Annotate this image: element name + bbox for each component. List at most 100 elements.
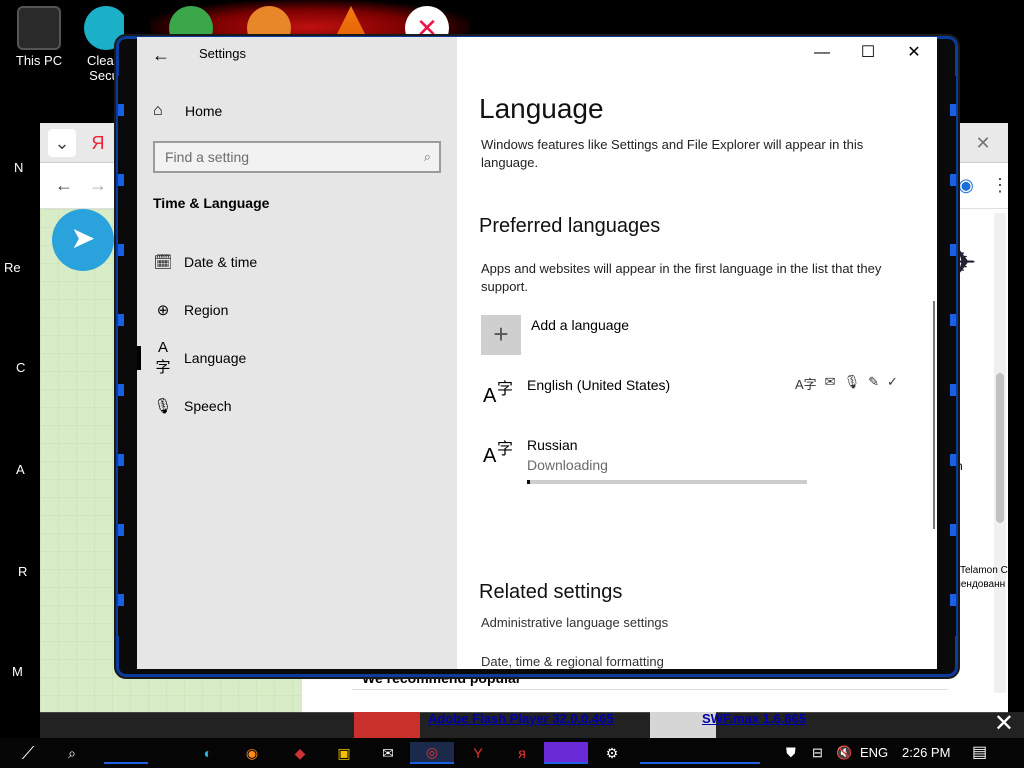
language-icon: A字 bbox=[155, 339, 171, 376]
desktop-icon-this-pc[interactable]: This PC bbox=[9, 6, 69, 68]
network-shield-icon[interactable]: ⛊ bbox=[786, 738, 796, 768]
notification-link[interactable]: SWF.max 1.6.865 bbox=[702, 712, 806, 725]
download-progress-bar bbox=[527, 480, 807, 484]
scrollbar-thumb[interactable] bbox=[996, 373, 1004, 523]
settings-window: ← Settings ⌂ Home ⌕ Time & Language 🗓 Da… bbox=[137, 37, 937, 669]
nav-item-label: Speech bbox=[184, 398, 232, 414]
firefox-icon[interactable]: ◉ bbox=[240, 741, 264, 765]
yandex-browser-icon[interactable]: Y bbox=[466, 741, 490, 765]
more-menu-icon[interactable]: ⋮ bbox=[986, 171, 1014, 199]
page-text-fragment: мендованн bbox=[954, 579, 1006, 590]
handwriting-icon: ✎ bbox=[868, 374, 879, 389]
search-box[interactable]: ⌕ bbox=[153, 141, 441, 173]
section-title: Time & Language bbox=[153, 195, 270, 211]
nav-item-label: Region bbox=[184, 302, 229, 318]
telegram-icon[interactable]: ➤ bbox=[52, 209, 114, 271]
chrome-icon: ◎ bbox=[425, 744, 439, 760]
calendar-clock-icon: 🗓 bbox=[153, 254, 173, 271]
yandex-tab-icon[interactable]: Я bbox=[84, 129, 112, 157]
browser-download-bar: Adobe Flash Player 32.0.0.465 SWF.max 1.… bbox=[40, 710, 1024, 738]
notification-link[interactable]: Adobe Flash Player 32.0.0.465 bbox=[428, 712, 614, 725]
browser-close-button[interactable]: ✕ bbox=[958, 123, 1008, 163]
language-glyph-icon: A字 bbox=[483, 441, 514, 467]
preferred-languages-heading: Preferred languages bbox=[479, 215, 661, 237]
chrome-taskbar-button[interactable]: ◎ bbox=[410, 742, 454, 764]
language-item-russian[interactable]: A字 Russian Downloading bbox=[481, 437, 608, 473]
language-item-english[interactable]: A字 English (United States) bbox=[481, 377, 670, 411]
close-button[interactable]: ✕ bbox=[891, 37, 937, 69]
content-scrollbar[interactable] bbox=[933, 301, 935, 529]
store-icon[interactable]: ▣ bbox=[332, 741, 356, 765]
back-arrow-icon[interactable]: ← bbox=[149, 43, 173, 67]
desktop-icon-label: This PC bbox=[15, 53, 63, 68]
add-language-label: Add a language bbox=[531, 317, 630, 333]
volume-muted-icon[interactable]: 🔇 bbox=[836, 738, 852, 768]
active-app-taskbar-button[interactable] bbox=[544, 742, 588, 764]
language-glyph-icon: A字 bbox=[483, 381, 514, 407]
desktop-icon-fragment: C bbox=[16, 360, 26, 375]
admin-language-settings-link[interactable]: Administrative language settings bbox=[481, 615, 668, 630]
page-text-fragment: Telamon C bbox=[960, 565, 1008, 576]
desktop-icon-fragment: R bbox=[18, 564, 28, 579]
nav-item-date-time[interactable]: 🗓 Date & time bbox=[137, 242, 457, 282]
language-features: A字 ✉ 🎙 ✎ ✓ bbox=[795, 374, 898, 393]
add-language-button[interactable]: + Add a language bbox=[481, 315, 629, 355]
desktop-icon-fragment: Re bbox=[4, 260, 21, 275]
network-icon[interactable]: ⊟ bbox=[812, 738, 823, 768]
nav-item-region[interactable]: ⊕ Region bbox=[137, 290, 457, 330]
notifications-icon[interactable]: ▤ bbox=[972, 738, 987, 768]
page-title: Language bbox=[479, 93, 604, 124]
display-language-icon: A字 bbox=[795, 377, 817, 392]
settings-gear-icon[interactable]: ⚙ bbox=[600, 741, 624, 765]
nav-item-label: Date & time bbox=[184, 254, 258, 270]
start-icon[interactable]: ⟋ bbox=[8, 741, 48, 765]
yandex-icon[interactable]: я bbox=[510, 741, 534, 765]
search-input[interactable] bbox=[155, 143, 405, 171]
nav-home[interactable]: ⌂ Home bbox=[153, 101, 222, 121]
maximize-button[interactable]: ☐ bbox=[845, 37, 891, 69]
input-language-indicator[interactable]: ENG bbox=[860, 738, 888, 768]
language-intro-text: Windows features like Settings and File … bbox=[481, 137, 864, 170]
nav-item-speech[interactable]: 🎙 Speech bbox=[137, 386, 457, 426]
microphone-icon: 🎙 bbox=[843, 374, 861, 389]
search-icon[interactable]: ⌕ bbox=[60, 741, 84, 765]
settings-nav-pane: ← Settings ⌂ Home ⌕ Time & Language 🗓 Da… bbox=[137, 37, 457, 669]
search-icon: ⌕ bbox=[423, 149, 431, 164]
home-icon: ⌂ bbox=[153, 102, 163, 119]
globe-icon: ⊕ bbox=[156, 302, 170, 319]
nav-home-label: Home bbox=[185, 103, 223, 119]
chevron-down-icon[interactable]: ⌄ bbox=[48, 129, 76, 157]
desktop-icon-fragment: M bbox=[12, 664, 23, 679]
preferred-languages-desc: Apps and websites will appear in the fir… bbox=[481, 261, 882, 294]
minimize-button[interactable]: — bbox=[799, 37, 845, 69]
spellcheck-icon: ✓ bbox=[887, 374, 898, 389]
taskbar-skin-slot bbox=[640, 742, 760, 764]
language-name: English (United States) bbox=[527, 377, 671, 393]
nav-item-language[interactable]: A字 Language bbox=[137, 338, 457, 378]
language-status: Downloading bbox=[527, 457, 608, 473]
desktop-icon-fragment: A bbox=[16, 462, 25, 477]
clock[interactable]: 2:26 PM bbox=[902, 738, 950, 768]
taskbar-skin-slot bbox=[104, 742, 148, 764]
plus-icon: + bbox=[481, 315, 521, 355]
mail-icon[interactable]: ✉ bbox=[376, 741, 400, 765]
desktop-icon-fragment: N bbox=[14, 160, 24, 175]
text-to-speech-icon: ✉ bbox=[824, 374, 836, 389]
forward-arrow-icon[interactable]: → bbox=[84, 171, 112, 199]
app-icon[interactable]: ◆ bbox=[288, 741, 312, 765]
computer-icon bbox=[17, 6, 61, 50]
related-settings-heading: Related settings bbox=[479, 581, 623, 603]
window-title: Settings bbox=[199, 46, 246, 61]
taskbar: ⟋ ⌕ ◐ ◉ ◆ ▣ ✉ ◎ Y я ⚙ ⛊ ⊟ 🔇 ENG 2:26 PM … bbox=[0, 738, 1024, 768]
language-name: Russian bbox=[527, 437, 578, 453]
microphone-icon: 🎙 bbox=[153, 398, 173, 415]
settings-content-pane: — ☐ ✕ Language Windows features like Set… bbox=[457, 37, 937, 669]
nav-item-label: Language bbox=[184, 350, 247, 366]
back-arrow-icon[interactable]: ← bbox=[50, 171, 78, 199]
download-progress-fill bbox=[527, 480, 530, 484]
browser-scrollbar[interactable] bbox=[994, 213, 1006, 693]
close-icon[interactable]: ✕ bbox=[994, 710, 1014, 738]
edge-icon[interactable]: ◐ bbox=[196, 741, 220, 765]
flash-player-thumb[interactable] bbox=[354, 712, 420, 738]
regional-formatting-link[interactable]: Date, time & regional formatting bbox=[481, 654, 664, 669]
